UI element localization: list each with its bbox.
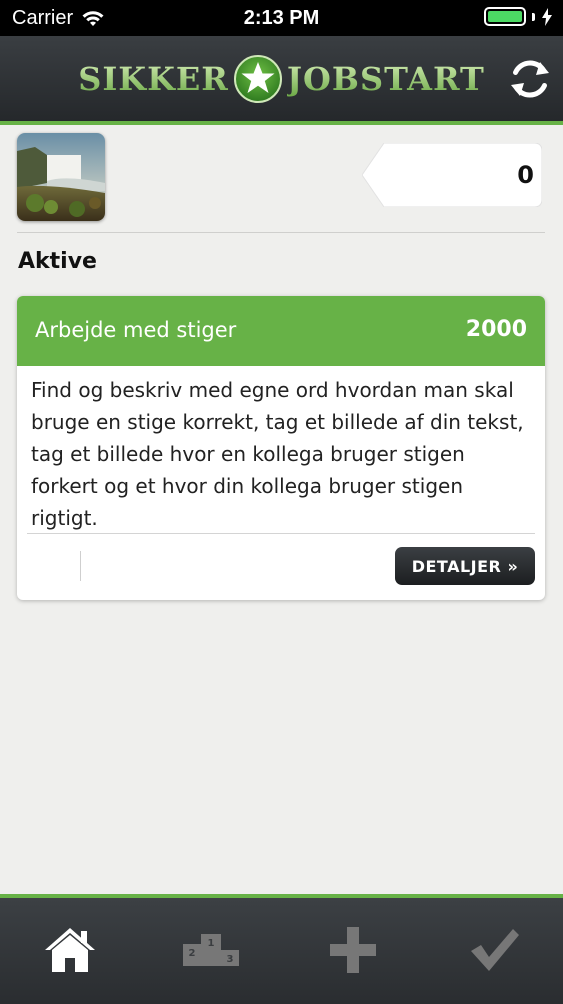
avatar-image <box>17 133 105 221</box>
plus-icon <box>330 927 376 973</box>
tab-completed[interactable] <box>464 922 524 978</box>
home-icon <box>45 928 95 972</box>
status-right <box>484 7 553 26</box>
app-logo: SIKKER JOBSTART <box>0 54 563 104</box>
svg-text:3: 3 <box>227 954 234 965</box>
card-vertical-divider <box>80 551 81 581</box>
star-icon <box>233 55 282 103</box>
task-title: Arbejde med stiger <box>35 318 237 342</box>
tab-add[interactable] <box>323 922 383 978</box>
battery-icon <box>484 7 526 26</box>
tab-bar: 1 2 3 <box>0 894 563 1004</box>
refresh-icon[interactable] <box>509 58 551 100</box>
status-bar: Carrier 2:13 PM <box>0 0 563 36</box>
svg-text:2: 2 <box>189 948 196 959</box>
score-tag-shape <box>362 143 542 207</box>
score-tag: 0 <box>362 143 542 207</box>
status-time: 2:13 PM <box>243 7 320 29</box>
task-card-header: Arbejde med stiger 2000 <box>17 296 545 366</box>
task-card[interactable]: Arbejde med stiger 2000 Find og beskriv … <box>17 296 545 600</box>
svg-text:1: 1 <box>208 938 215 949</box>
tab-leaderboard[interactable]: 1 2 3 <box>181 922 241 978</box>
section-title: Aktive <box>18 249 97 274</box>
checkmark-icon <box>471 929 519 971</box>
avatar[interactable] <box>17 133 105 221</box>
logo-text-left: SIKKER <box>78 60 229 98</box>
divider <box>17 232 545 233</box>
task-description: Find og beskriv med egne ord hvordan man… <box>31 378 524 530</box>
app-header: SIKKER JOBSTART <box>0 36 563 125</box>
battery-cap <box>532 12 535 21</box>
details-button[interactable]: DETALJER » <box>395 547 535 585</box>
card-divider <box>27 533 535 534</box>
score-value: 0 <box>517 161 534 189</box>
tab-home[interactable] <box>40 922 100 978</box>
charging-icon <box>542 7 552 26</box>
logo-text-right: JOBSTART <box>286 60 485 98</box>
task-points: 2000 <box>465 317 527 342</box>
podium-icon: 1 2 3 <box>183 934 239 966</box>
